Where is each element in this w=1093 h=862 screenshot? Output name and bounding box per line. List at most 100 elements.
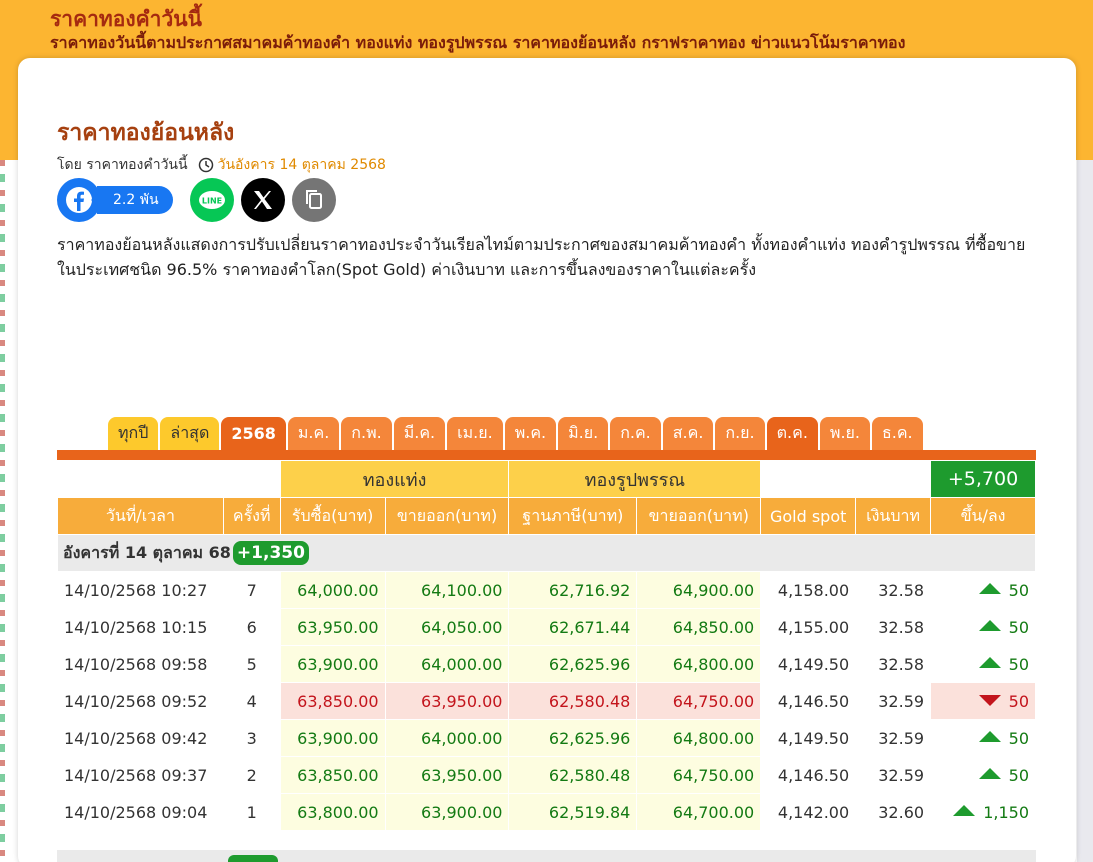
cell-osell: 64,800.00 <box>636 645 762 683</box>
cell-change: 1,150 <box>930 793 1036 831</box>
change-value: 50 <box>1008 654 1029 674</box>
next-day-row <box>57 850 1036 862</box>
cell-sell: 64,000.00 <box>384 719 510 757</box>
cell-sell: 63,950.00 <box>384 756 510 794</box>
cell-change: 50 <box>930 756 1036 794</box>
cell-thb: 32.59 <box>855 682 932 720</box>
cell-sell: 63,950.00 <box>384 682 510 720</box>
tab-month[interactable]: ส.ค. <box>662 417 714 450</box>
tab-latest[interactable]: ล่าสุด <box>160 417 220 450</box>
cell-spot: 4,149.50 <box>760 719 857 757</box>
line-icon[interactable]: LINE <box>190 178 234 222</box>
total-change: +5,700 <box>930 460 1036 498</box>
cell-dt: 14/10/2568 09:58 <box>57 645 224 683</box>
cell-n: 2 <box>222 756 281 794</box>
cell-tax: 62,580.48 <box>508 682 638 720</box>
cell-n: 6 <box>222 608 281 646</box>
cell-sell: 63,900.00 <box>384 793 510 831</box>
tab-year-2568[interactable]: 2568 <box>221 417 286 450</box>
tab-all-years[interactable]: ทุกปี <box>108 417 159 450</box>
change-value: 1,150 <box>983 802 1029 822</box>
up-arrow-icon <box>978 619 1001 631</box>
change-value: 50 <box>1008 580 1029 600</box>
cell-osell: 64,900.00 <box>636 571 762 609</box>
col-change: ขึ้น/ลง <box>930 497 1036 535</box>
cell-thb: 32.58 <box>855 571 932 609</box>
tab-month[interactable]: ก.พ. <box>341 417 392 450</box>
copy-icon[interactable] <box>292 178 336 222</box>
col-bar-sell: ขายออก(บาท) <box>384 497 510 535</box>
facebook-share[interactable]: 2.2 พัน <box>57 178 181 222</box>
table-body: 14/10/2568 10:27 7 64,000.00 64,100.00 62,71… <box>57 571 1036 831</box>
cell-change: 50 <box>930 645 1036 683</box>
byline: โดย ราคาทองคำวันนี้ วันอังคาร 14 ตุลาคม … <box>57 154 386 176</box>
cell-dt: 14/10/2568 09:37 <box>57 756 224 794</box>
col-tax-base: ฐานภาษี(บาท) <box>508 497 638 535</box>
table-row: 14/10/2568 09:37 2 63,850.00 63,950.00 62,58… <box>57 756 1036 794</box>
cell-tax: 62,625.96 <box>508 719 638 757</box>
cell-change: 50 <box>930 682 1036 720</box>
cell-buy: 63,800.00 <box>279 793 386 831</box>
article-description: ราคาทองย้อนหลังแสดงการปรับเปลี่ยนราคาทอง… <box>57 235 1026 279</box>
col-gold-spot: Gold spot <box>760 497 857 535</box>
cell-thb: 32.58 <box>855 608 932 646</box>
tab-month[interactable]: เม.ย. <box>447 417 503 450</box>
next-day-badge <box>228 855 278 862</box>
cell-osell: 64,850.00 <box>636 608 762 646</box>
scrollbar-track[interactable] <box>1077 160 1093 862</box>
cell-osell: 64,700.00 <box>636 793 762 831</box>
cell-osell: 64,750.00 <box>636 756 762 794</box>
header-gold-bar: ทองแท่ง <box>279 460 510 498</box>
cell-thb: 32.60 <box>855 793 932 831</box>
change-value: 50 <box>1008 728 1029 748</box>
change-value: 50 <box>1008 765 1029 785</box>
tab-month[interactable]: มิ.ย. <box>558 417 609 450</box>
change-value: 50 <box>1008 691 1029 711</box>
cell-spot: 4,146.50 <box>760 682 857 720</box>
cell-spot: 4,149.50 <box>760 645 857 683</box>
cell-buy: 63,900.00 <box>279 645 386 683</box>
tab-month[interactable]: ม.ค. <box>287 417 340 450</box>
year-tabs: ทุกปี ล่าสุด 2568 ม.ค. ก.พ. มี.ค. เม.ย. … <box>108 417 923 450</box>
cell-sell: 64,000.00 <box>384 645 510 683</box>
cell-n: 3 <box>222 719 281 757</box>
cell-thb: 32.59 <box>855 719 932 757</box>
tab-month[interactable]: ก.ค. <box>610 417 661 450</box>
cell-n: 5 <box>222 645 281 683</box>
cell-change: 50 <box>930 719 1036 757</box>
table-row: 14/10/2568 10:27 7 64,000.00 64,100.00 62,71… <box>57 571 1036 609</box>
author: โดย ราคาทองคำวันนี้ <box>57 157 188 173</box>
tab-month[interactable]: ธ.ค. <box>872 417 923 450</box>
tab-month-current[interactable]: ต.ค. <box>766 417 818 450</box>
tab-month[interactable]: มี.ค. <box>393 417 446 450</box>
tab-month[interactable]: พ.ย. <box>819 417 870 450</box>
cell-n: 1 <box>222 793 281 831</box>
table-row: 14/10/2568 09:52 4 63,850.00 63,950.00 62,58… <box>57 682 1036 720</box>
day-group-header: อังคารที่ 14 ตุลาคม 68 +1,350 <box>57 534 1036 572</box>
table-row: 14/10/2568 09:04 1 63,800.00 63,900.00 62,51… <box>57 793 1036 831</box>
table-row: 14/10/2568 09:42 3 63,900.00 64,000.00 62,62… <box>57 719 1036 757</box>
table-row: 14/10/2568 10:15 6 63,950.00 64,050.00 62,67… <box>57 608 1036 646</box>
cell-spot: 4,158.00 <box>760 571 857 609</box>
facebook-share-count[interactable]: 2.2 พัน <box>91 186 173 214</box>
cell-n: 4 <box>222 682 281 720</box>
cell-tax: 62,671.44 <box>508 608 638 646</box>
x-icon[interactable] <box>241 178 285 222</box>
cell-sell: 64,100.00 <box>384 571 510 609</box>
cell-tax: 62,625.96 <box>508 645 638 683</box>
cell-thb: 32.58 <box>855 645 932 683</box>
col-ornament-sell: ขายออก(บาท) <box>636 497 762 535</box>
up-arrow-icon <box>953 804 976 816</box>
cell-buy: 64,000.00 <box>279 571 386 609</box>
cell-dt: 14/10/2568 10:27 <box>57 571 224 609</box>
site-subtitle: ราคาทองวันนี้ตามประกาศสมาคมค้าทองคำ ทองแ… <box>50 33 906 52</box>
up-arrow-icon <box>978 730 1001 742</box>
cell-osell: 64,750.00 <box>636 682 762 720</box>
cell-spot: 4,155.00 <box>760 608 857 646</box>
up-arrow-icon <box>978 582 1001 594</box>
cell-tax: 62,716.92 <box>508 571 638 609</box>
tab-month[interactable]: พ.ค. <box>504 417 557 450</box>
cell-change: 50 <box>930 608 1036 646</box>
clock-icon <box>198 157 213 173</box>
tab-month[interactable]: ก.ย. <box>715 417 765 450</box>
